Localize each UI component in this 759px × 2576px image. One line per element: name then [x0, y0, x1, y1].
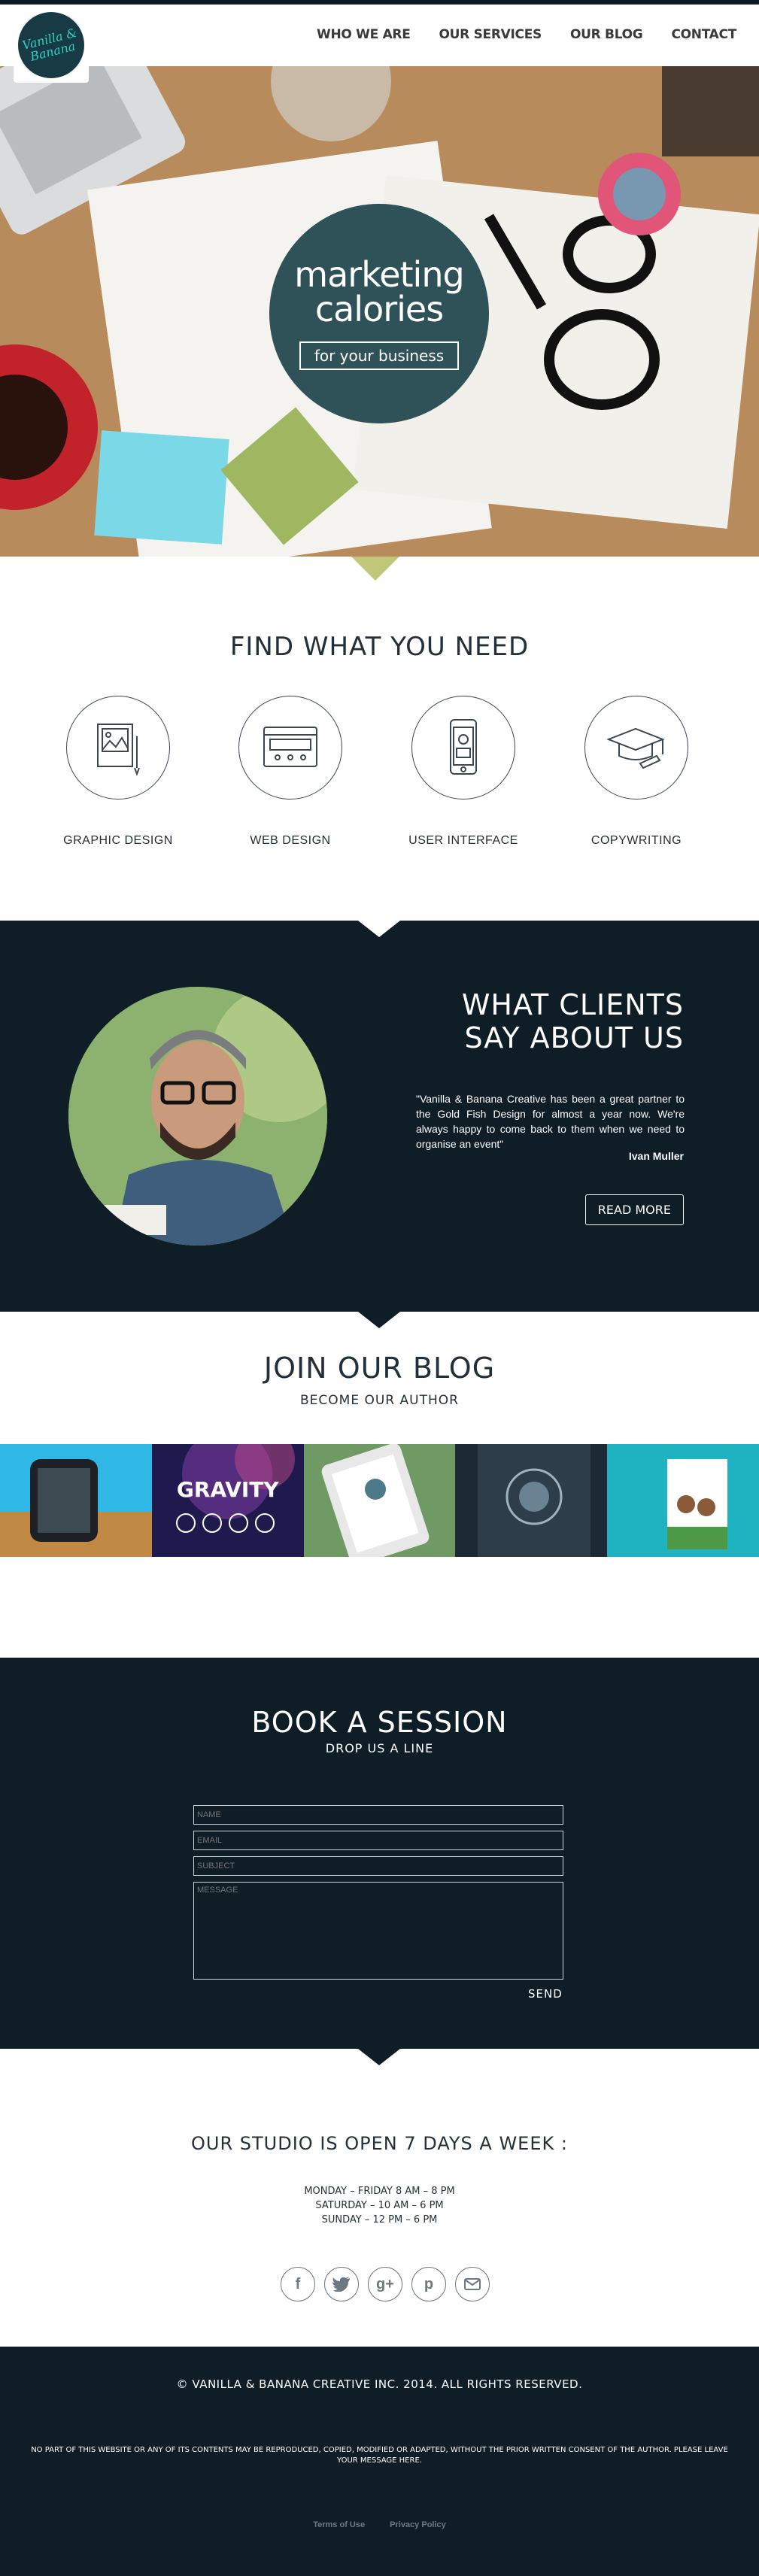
name-field[interactable] [193, 1805, 563, 1825]
hero-notch [351, 557, 399, 581]
booking-section: BOOK A SESSION DROP US A LINE SEND [0, 1658, 759, 2065]
logo-circle: Vanilla & Banana [18, 12, 84, 78]
studio-hours: MONDAY – FRIDAY 8 AM – 8 PM SATURDAY – 1… [0, 2184, 759, 2227]
site-footer: © VANILLA & BANANA CREATIVE INC. 2014. A… [0, 2347, 759, 2576]
social-links: f g+ p [281, 2267, 490, 2301]
service-label: GRAPHIC DESIGN [63, 834, 173, 847]
hero-subtitle: for your business [299, 341, 460, 370]
twitter-icon[interactable] [324, 2267, 359, 2301]
gallery-tile-gravity[interactable]: GRAVITY [151, 1444, 304, 1557]
gallery-tile-watch[interactable] [0, 1444, 152, 1557]
google-plus-icon[interactable]: g+ [368, 2267, 402, 2301]
nav-our-services[interactable]: OUR SERVICES [439, 27, 542, 42]
service-label: WEB DESIGN [250, 834, 331, 847]
booking-title: BOOK A SESSION [251, 1706, 508, 1739]
privacy-link[interactable]: Privacy Policy [390, 2520, 446, 2529]
web-design-icon [238, 696, 342, 800]
site-logo[interactable]: Vanilla & Banana [14, 8, 89, 83]
send-button[interactable]: SEND [522, 1984, 569, 2004]
section-notch [358, 2049, 400, 2065]
testimonial-author: Ivan Muller [628, 1150, 684, 1162]
testimonials-title: WHAT CLIENTS SAY ABOUT US [462, 988, 684, 1054]
studio-hours-title: OUR STUDIO IS OPEN 7 DAYS A WEEK : [191, 2133, 568, 2154]
gallery-tile-app[interactable] [455, 1444, 608, 1557]
pinterest-icon[interactable]: p [411, 2267, 446, 2301]
subject-field[interactable] [193, 1856, 563, 1876]
service-copywriting[interactable]: COPYWRITING [561, 696, 712, 848]
section-notch [358, 921, 400, 937]
footer-links: Terms of Use Privacy Policy [0, 2520, 759, 2529]
graduation-cap-icon [584, 696, 688, 800]
nav-contact[interactable]: CONTACT [671, 27, 736, 42]
testimonials-section: WHAT CLIENTS SAY ABOUT US "Vanilla & Ban… [0, 921, 759, 1328]
hero-badge: marketing calories for your business [269, 204, 489, 423]
email-field[interactable] [193, 1831, 563, 1850]
gallery-tile-text: GRAVITY [176, 1477, 279, 1502]
blog-title: JOIN OUR BLOG [263, 1352, 496, 1385]
gallery-tile-phone[interactable] [303, 1444, 456, 1557]
hero-title-line1: marketing [294, 254, 464, 295]
hero-banner: marketing calories for your business [0, 66, 759, 557]
service-web-design[interactable]: WEB DESIGN [215, 696, 366, 848]
terms-link[interactable]: Terms of Use [313, 2520, 365, 2529]
main-nav: WHO WE ARE OUR SERVICES OUR BLOG CONTACT [317, 27, 736, 42]
email-icon[interactable] [455, 2267, 490, 2301]
facebook-icon[interactable]: f [281, 2267, 315, 2301]
service-label: USER INTERFACE [408, 834, 518, 847]
section-notch [358, 1312, 400, 1328]
hours-saturday: SATURDAY – 10 AM – 6 PM [315, 2200, 444, 2211]
service-graphic-design[interactable]: GRAPHIC DESIGN [43, 696, 193, 848]
copyright: © VANILLA & BANANA CREATIVE INC. 2014. A… [176, 2377, 583, 2391]
site-header: WHO WE ARE OUR SERVICES OUR BLOG CONTACT [0, 5, 759, 66]
client-photo [68, 987, 327, 1246]
hours-weekdays: MONDAY – FRIDAY 8 AM – 8 PM [304, 2186, 455, 2197]
read-more-button[interactable]: READ MORE [584, 1194, 684, 1225]
services-list: GRAPHIC DESIGN WEB DESIGN USER INTERFACE… [0, 696, 759, 854]
nav-our-blog[interactable]: OUR BLOG [570, 27, 643, 42]
hours-sunday: SUNDAY – 12 PM – 6 PM [321, 2214, 438, 2226]
service-user-interface[interactable]: USER INTERFACE [388, 696, 539, 848]
blog-gallery: GRAVITY [0, 1444, 759, 1557]
service-label: COPYWRITING [591, 834, 682, 847]
nav-who-we-are[interactable]: WHO WE ARE [317, 27, 411, 42]
user-interface-icon [411, 696, 515, 800]
testimonials-title-line2: SAY ABOUT US [464, 1021, 684, 1054]
booking-subtitle: DROP US A LINE [325, 1741, 434, 1755]
graphic-design-icon [66, 696, 170, 800]
testimonial-quote: "Vanilla & Banana Creative has been a gr… [416, 1093, 685, 1150]
gallery-tile-cookies[interactable] [607, 1444, 759, 1557]
message-field[interactable] [193, 1882, 563, 1980]
blog-subtitle[interactable]: BECOME OUR AUTHOR [0, 1393, 759, 1408]
testimonials-title-line1: WHAT CLIENTS [461, 988, 684, 1021]
find-title: FIND WHAT YOU NEED [229, 632, 530, 662]
logo-text: Vanilla & Banana [20, 25, 79, 64]
hero-title-line2: calories [314, 289, 444, 329]
legal-notice: NO PART OF THIS WEBSITE OR ANY OF ITS CO… [31, 2446, 728, 2465]
